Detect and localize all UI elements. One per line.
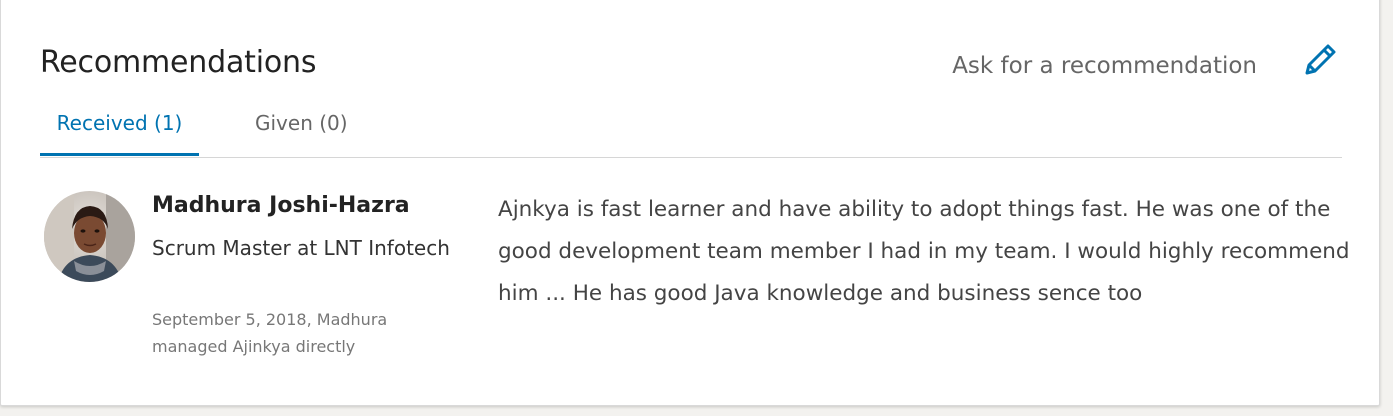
profile-photo — [44, 191, 135, 282]
edit-button[interactable] — [1301, 41, 1339, 79]
recommender-headline: Scrum Master at LNT Infotech — [152, 236, 450, 260]
section-title: Recommendations — [40, 45, 317, 80]
pencil-icon — [1305, 44, 1336, 75]
avatar[interactable] — [44, 191, 135, 282]
recommendations-card: Recommendations Ask for a recommendation… — [0, 0, 1380, 406]
tab-given[interactable]: Given (0) — [255, 95, 355, 156]
recommender-name[interactable]: Madhura Joshi-Hazra — [152, 193, 410, 218]
recommendation-tabs: Received (1) Given (0) — [40, 95, 1342, 158]
recommendation-meta: September 5, 2018, Madhura managed Ajink… — [152, 310, 388, 356]
tab-received[interactable]: Received (1) — [40, 95, 199, 156]
ask-for-recommendation-link[interactable]: Ask for a recommendation — [952, 53, 1257, 79]
recommendation-text: Ajnkya is fast learner and have ability … — [498, 197, 1350, 306]
